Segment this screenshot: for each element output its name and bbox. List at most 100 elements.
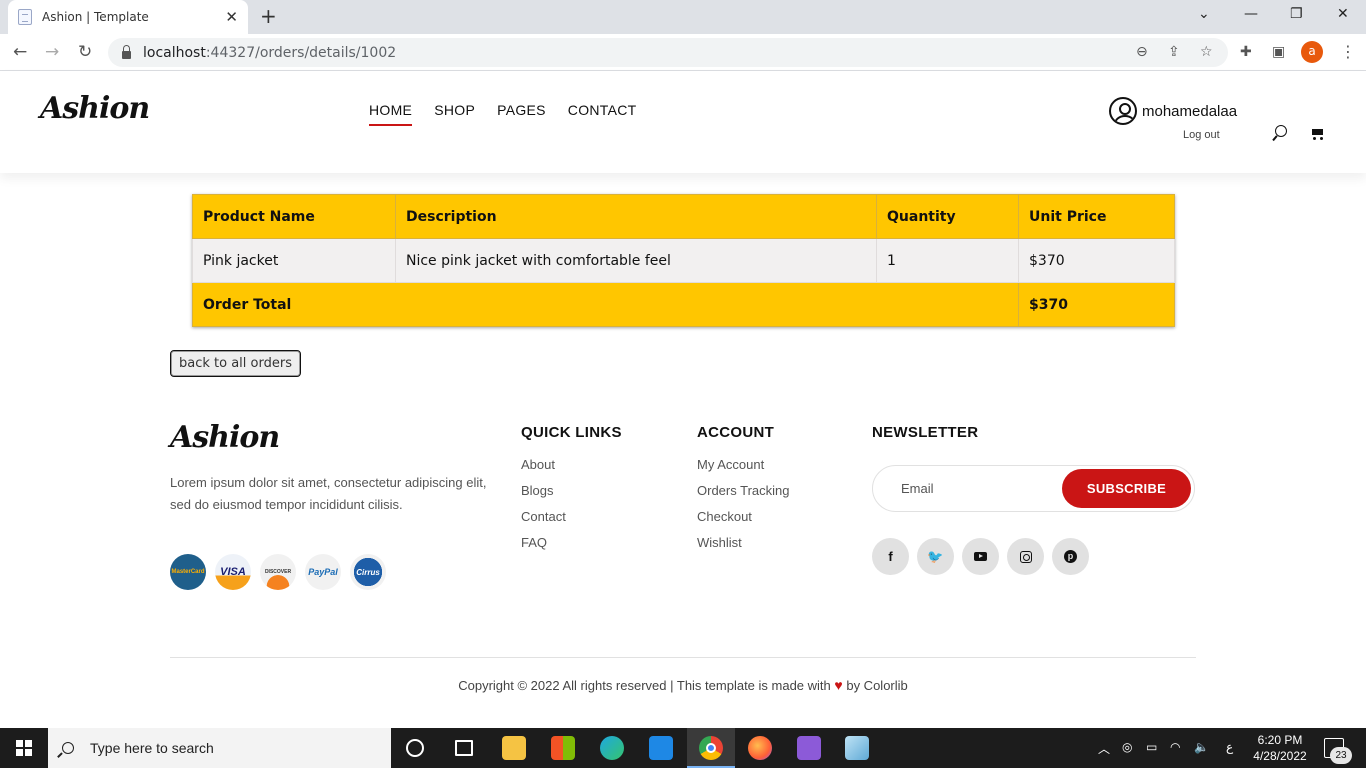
wifi-icon[interactable]: ◠ — [1170, 740, 1180, 754]
twitter-icon[interactable]: 🐦 — [917, 538, 954, 575]
copyright-text: Copyright © 2022 All rights reserved | T… — [458, 678, 831, 693]
logout-link[interactable]: Log out — [1183, 129, 1220, 141]
paypal-icon: PayPal — [305, 554, 341, 590]
taskbar-search-box[interactable]: Type here to search — [48, 728, 391, 768]
volume-icon[interactable]: 🔈 — [1194, 740, 1209, 754]
account-section: ACCOUNT My Account Orders Tracking Check… — [697, 424, 789, 561]
nav-home[interactable]: HOME — [369, 102, 413, 126]
profile-avatar[interactable]: a — [1301, 41, 1323, 63]
tab-close-icon[interactable]: ✕ — [225, 8, 238, 26]
column-header: Quantity — [876, 194, 1019, 239]
footer-link-blogs[interactable]: Blogs — [521, 483, 622, 498]
share-icon[interactable]: ⇪ — [1168, 44, 1180, 60]
site-header: Ashion HOME SHOP PAGES CONTACT mohamedal… — [0, 71, 1366, 173]
social-links: f 🐦 p — [872, 538, 1089, 575]
unit-price-cell: $370 — [1018, 238, 1175, 283]
tab-search-icon[interactable]: ⌄ — [1198, 6, 1210, 22]
footer-logo[interactable]: Ashion — [170, 420, 280, 455]
newsletter-section: NEWSLETTER — [872, 424, 978, 457]
windows-start-icon[interactable] — [16, 740, 32, 756]
subscribe-button[interactable]: SUBSCRIBE — [1062, 469, 1191, 508]
edge-icon[interactable] — [600, 736, 624, 760]
cart-icon[interactable] — [1310, 128, 1324, 140]
youtube-icon[interactable] — [962, 538, 999, 575]
bookmark-star-icon[interactable]: ☆ — [1200, 44, 1213, 60]
minimize-icon[interactable]: — — [1244, 6, 1258, 22]
instagram-icon[interactable] — [1007, 538, 1044, 575]
microsoft-store-icon[interactable] — [551, 736, 575, 760]
mail-icon[interactable] — [649, 736, 673, 760]
footer-link-wishlist[interactable]: Wishlist — [697, 535, 789, 550]
cirrus-icon: Cirrus — [350, 554, 386, 590]
tray-chevron-icon[interactable]: ︿ — [1098, 740, 1110, 757]
user-menu[interactable]: mohamedalaa — [1109, 97, 1237, 125]
task-view-icon[interactable] — [455, 740, 473, 756]
restore-icon[interactable]: ❐ — [1290, 6, 1303, 22]
forward-icon[interactable]: → — [45, 42, 59, 62]
cortana-icon[interactable] — [406, 739, 424, 757]
discover-icon: DISCOVER — [260, 554, 296, 590]
quantity-cell: 1 — [876, 238, 1019, 283]
browser-menu-icon[interactable]: ⋮ — [1340, 42, 1356, 61]
taskbar-search-icon — [62, 742, 74, 754]
username: mohamedalaa — [1142, 102, 1238, 120]
meet-now-icon[interactable]: ◎ — [1122, 740, 1132, 754]
footer-link-about[interactable]: About — [521, 457, 622, 472]
footer-link-orders-tracking[interactable]: Orders Tracking — [697, 483, 789, 498]
product-name-cell: Pink jacket — [192, 238, 396, 283]
notepad-icon[interactable] — [845, 736, 869, 760]
quick-links-title: QUICK LINKS — [521, 424, 622, 441]
email-field[interactable]: Email — [901, 481, 934, 496]
footer-link-faq[interactable]: FAQ — [521, 535, 622, 550]
notification-count: 23 — [1330, 747, 1352, 764]
language-indicator[interactable]: ع — [1226, 740, 1233, 754]
zoom-icon[interactable]: ⊖ — [1136, 44, 1148, 60]
site-logo[interactable]: Ashion — [40, 91, 150, 126]
tab-title: Ashion | Template — [42, 10, 149, 24]
payment-methods: MasterCard VISA DISCOVER PayPal Cirrus — [170, 554, 386, 590]
newsletter-form: Email SUBSCRIBE — [872, 465, 1195, 512]
pinterest-icon[interactable]: p — [1052, 538, 1089, 575]
colorlib-credit: by Colorlib — [846, 678, 908, 693]
back-to-orders-button[interactable]: back to all orders — [170, 350, 301, 377]
footer-link-my-account[interactable]: My Account — [697, 457, 789, 472]
close-window-icon[interactable]: ✕ — [1337, 6, 1349, 22]
chrome-icon[interactable] — [699, 736, 723, 760]
footer-divider — [170, 657, 1196, 658]
facebook-icon[interactable]: f — [872, 538, 909, 575]
battery-icon[interactable]: ▭ — [1146, 740, 1157, 754]
column-header: Description — [395, 194, 877, 239]
column-header: Product Name — [192, 194, 396, 239]
file-explorer-icon[interactable] — [502, 736, 526, 760]
description-cell: Nice pink jacket with comfortable feel — [395, 238, 877, 283]
address-bar[interactable]: localhost:44327/orders/details/1002 — [108, 38, 1228, 67]
heart-icon: ♥ — [834, 677, 843, 693]
footer-link-contact[interactable]: Contact — [521, 509, 622, 524]
order-details-table: Product Name Description Quantity Unit P… — [192, 194, 1175, 327]
nav-pages[interactable]: PAGES — [497, 102, 546, 126]
table-row: Pink jacket Nice pink jacket with comfor… — [192, 238, 1175, 283]
clock-time: 6:20 PM — [1257, 733, 1303, 747]
lock-icon — [122, 44, 131, 59]
account-title: ACCOUNT — [697, 424, 775, 441]
column-header: Unit Price — [1018, 194, 1175, 239]
system-clock[interactable]: 6:20 PM 4/28/2022 — [1250, 732, 1310, 764]
new-tab-icon[interactable]: + — [260, 4, 277, 28]
firefox-icon[interactable] — [748, 736, 772, 760]
back-icon[interactable]: ← — [13, 42, 27, 62]
nav-shop[interactable]: SHOP — [434, 102, 475, 126]
visual-studio-icon[interactable] — [797, 736, 821, 760]
browser-tab[interactable]: Ashion | Template ✕ — [8, 0, 248, 34]
extensions-icon[interactable]: ✚ — [1240, 44, 1252, 60]
clock-date: 4/28/2022 — [1253, 749, 1307, 763]
reload-icon[interactable]: ↻ — [78, 42, 92, 62]
footer-link-checkout[interactable]: Checkout — [697, 509, 789, 524]
search-icon[interactable] — [1272, 125, 1288, 141]
side-panel-icon[interactable]: ▣ — [1272, 44, 1285, 60]
main-nav: HOME SHOP PAGES CONTACT — [369, 102, 637, 126]
page-favicon-icon — [18, 9, 32, 25]
browser-tab-bar: Ashion | Template ✕ + ⌄ — ❐ ✕ — [0, 0, 1366, 34]
taskbar-search-placeholder: Type here to search — [90, 740, 214, 756]
newsletter-title: NEWSLETTER — [872, 424, 979, 441]
nav-contact[interactable]: CONTACT — [568, 102, 637, 126]
